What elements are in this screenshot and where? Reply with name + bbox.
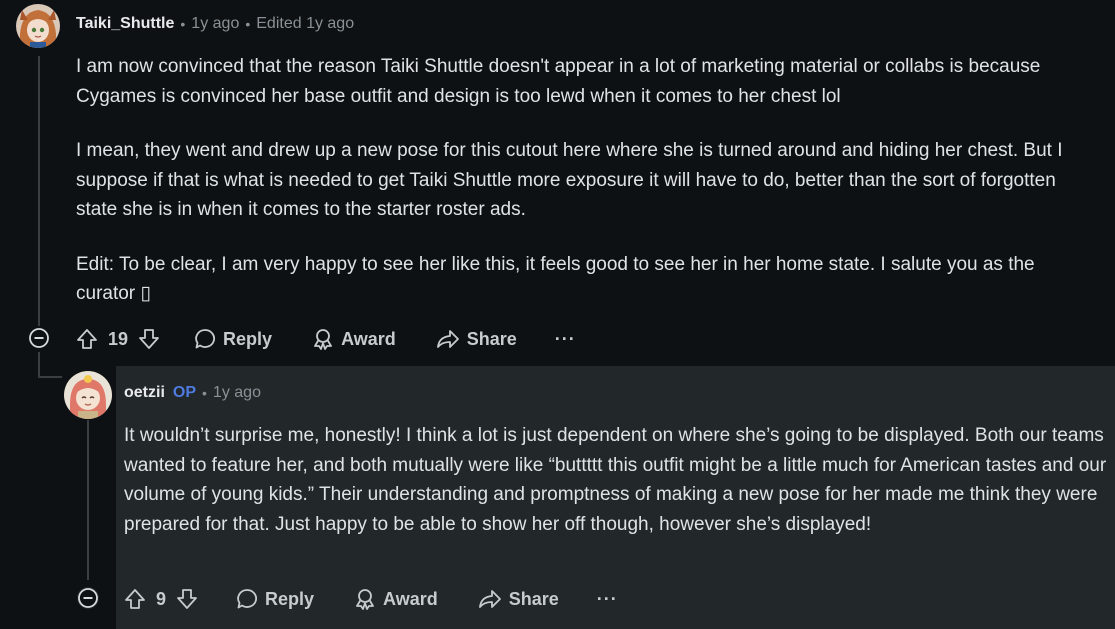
vote-count: 9 xyxy=(156,588,167,609)
share-label: Share xyxy=(466,328,517,349)
avatar[interactable] xyxy=(16,4,60,48)
arrow-down-icon xyxy=(177,589,197,609)
collapse-button[interactable] xyxy=(77,587,99,609)
arrow-up-icon xyxy=(77,329,97,349)
comment-time[interactable]: 1y ago xyxy=(191,15,239,33)
thread-line-reply-connector xyxy=(38,352,40,376)
comment-thread: Taiki_Shuttle • 1y ago • Edited 1y ago I… xyxy=(0,0,1115,629)
comment-author[interactable]: Taiki_Shuttle xyxy=(76,15,174,33)
op-badge: OP xyxy=(172,384,197,401)
avatar[interactable] xyxy=(64,371,112,419)
minus-circle-icon xyxy=(29,328,49,348)
separator-dot: • xyxy=(180,16,186,32)
comment-actions: 19 Reply Award Share ··· xyxy=(76,323,576,355)
comment-meta: Taiki_Shuttle • 1y ago • Edited 1y ago xyxy=(76,13,354,35)
upvote-button[interactable] xyxy=(76,328,98,350)
reply-button[interactable]: Reply xyxy=(236,588,314,610)
award-ribbon-icon xyxy=(356,589,374,610)
reply-label: Reply xyxy=(265,588,315,609)
comment-paragraph: I mean, they went and drew up a new pose… xyxy=(76,140,1063,220)
share-label: Share xyxy=(508,588,559,609)
award-button[interactable]: Award xyxy=(312,328,396,350)
share-arrow-icon xyxy=(478,590,501,608)
reply-label: Reply xyxy=(223,328,273,349)
speech-bubble-icon xyxy=(195,329,216,349)
award-ribbon-icon xyxy=(314,329,332,350)
vote-count: 19 xyxy=(108,328,129,349)
comment-body: I am now convinced that the reason Taiki… xyxy=(76,52,1086,309)
reply-paragraph: It wouldn’t surprise me, honestly! I thi… xyxy=(124,425,1107,535)
share-button[interactable]: Share xyxy=(478,588,559,610)
reply-button[interactable]: Reply xyxy=(194,328,272,350)
separator-dot: • xyxy=(245,16,251,32)
thread-line-reply-elbow xyxy=(38,376,62,378)
reply-actions: 9 Reply Award Share ··· xyxy=(124,583,618,615)
award-label: Award xyxy=(341,328,396,349)
more-options-button[interactable]: ··· xyxy=(555,329,576,350)
speech-bubble-icon xyxy=(237,589,258,609)
award-button[interactable]: Award xyxy=(354,588,438,610)
downvote-button[interactable] xyxy=(138,328,160,350)
downvote-button[interactable] xyxy=(176,588,198,610)
reply-body: It wouldn’t surprise me, honestly! I thi… xyxy=(124,421,1109,539)
reply-meta: oetzii OP • 1y ago xyxy=(124,382,261,404)
comment-paragraph: I am now convinced that the reason Taiki… xyxy=(76,56,1041,107)
share-button[interactable]: Share xyxy=(436,328,517,350)
arrow-down-icon xyxy=(139,329,159,349)
thread-line[interactable] xyxy=(38,56,40,326)
reply-author[interactable]: oetzii xyxy=(124,384,165,402)
minus-circle-icon xyxy=(78,588,98,608)
upvote-button[interactable] xyxy=(124,588,146,610)
arrow-up-icon xyxy=(125,589,145,609)
collapse-button[interactable] xyxy=(28,327,50,349)
comment-edited: Edited 1y ago xyxy=(256,15,355,32)
award-label: Award xyxy=(383,588,438,609)
reply-time[interactable]: 1y ago xyxy=(213,384,261,402)
comment-paragraph: Edit: To be clear, I am very happy to se… xyxy=(76,253,1035,305)
thread-line[interactable] xyxy=(87,420,89,580)
share-arrow-icon xyxy=(436,330,459,348)
separator-dot: • xyxy=(202,385,207,401)
more-options-button[interactable]: ··· xyxy=(597,589,618,610)
